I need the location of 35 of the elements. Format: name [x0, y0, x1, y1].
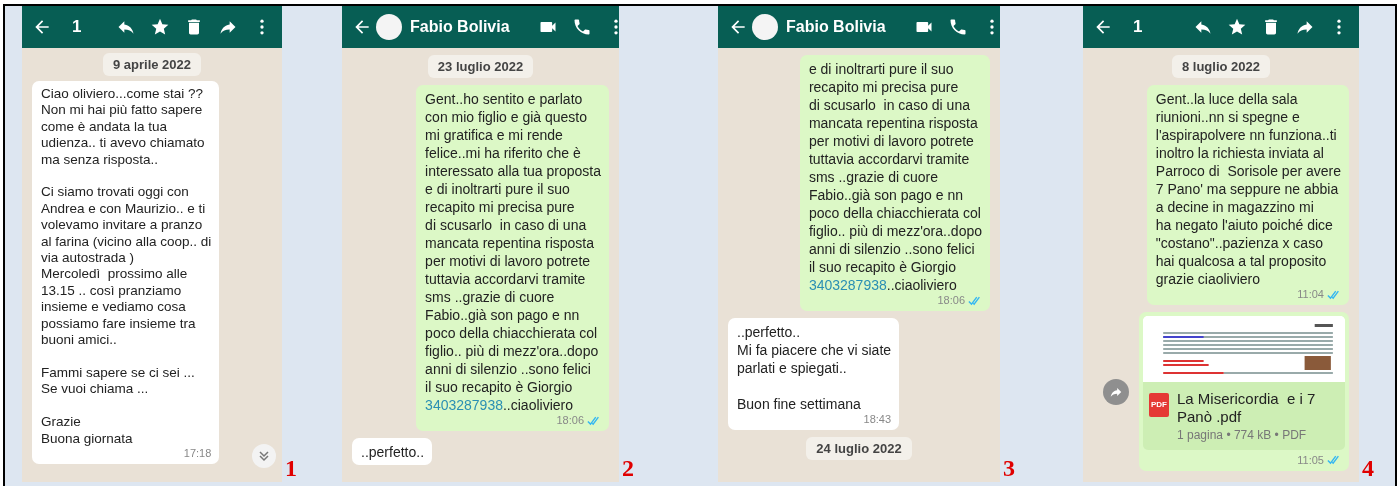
message-time: 18:43	[863, 413, 892, 426]
date-chip: 24 luglio 2022	[806, 437, 912, 460]
message-text: Gent..la luce della sala riunioni..nn si spegne e l'aspirapolvere nn funziona..ti inoltro la richiesta inviata al Parroco di Sorisole per avere 7 Pano' ma seppure ne abbia a decine in magazzino mi ha negato l'aiuto poiché dice "costano"..pazienza x caso hai qualcosa a tal proposito grazie ciaoliviero	[1155, 90, 1341, 288]
avatar[interactable]	[376, 14, 402, 40]
document-title: La Misericordia e i 7 Panò .pdf	[1177, 390, 1316, 426]
message-time: 11:04	[1297, 288, 1324, 301]
document-details: 1 pagina • 774 kB • PDF	[1177, 428, 1308, 442]
date-chip: 8 luglio 2022	[1171, 55, 1270, 78]
message-time: 18:06	[937, 294, 965, 307]
contact-name[interactable]: Fabio Bolivia	[786, 18, 886, 36]
message-time: 17:18	[183, 446, 212, 460]
forward-button[interactable]	[1103, 378, 1129, 405]
avatar[interactable]	[752, 14, 778, 40]
message-text: ..perfetto..	[361, 443, 425, 461]
star-icon[interactable]	[150, 17, 170, 37]
star-icon[interactable]	[1227, 17, 1247, 37]
pdf-icon: PDF	[1149, 393, 1169, 417]
scroll-down-button[interactable]	[252, 444, 276, 468]
screenshot-number: 2	[622, 456, 635, 480]
screenshot-number: 4	[1362, 456, 1375, 480]
date-chip: 23 luglio 2022	[427, 55, 534, 78]
date-chip: 9 aprile 2022	[102, 53, 202, 76]
message-text: e di inoltrarti pure il suo recapito mi precisa pure di scusarlo in caso di una mancata repentina risposta per motivi di lavoro potrete tuttavia accordarvi tramite sms ..grazie di cuore Fabio..già son pago e nn poco della chiacchierata col figlio.. più di mezz'ora..dopo anni di silenzio ..sono felici il suo recapito è Giorgio 3403287938..ciaoliviero	[808, 60, 982, 294]
message-text: ..perfetto.. Mi fa piacere che vi siate parlati e spiegati.. Buon fine settimana	[737, 323, 892, 413]
message-text: Ciao oliviero...come stai ?? Non mi hai più fatto sapere come è andata la tua udienza.. ti avevo chiamato ma senza risposta.. Ci siamo trovati oggi con Andrea e con Maurizio.. e ti volevamo invitare a pranzo al farina (vicino alla coop.. di via autostrada ) Mercoledì prossimo alle 13.15 .. così pranziamo insieme e vediamo cosa possiamo fare insieme tra buoni amici.. Fammi sapere se ci sei ... Se vuoi chiama ... Grazie Buona giornata	[41, 86, 212, 447]
screenshot-number: 3	[1003, 456, 1016, 480]
contact-name[interactable]: Fabio Bolivia	[410, 18, 510, 36]
message-time: 11:05	[1297, 454, 1324, 466]
selection-count: 1	[1133, 17, 1143, 37]
message-time: 18:06	[556, 414, 584, 427]
document-bubble[interactable]: PDF La Misericordia e i 7 Panò .pdf 1 pagina • 774 kB • PDF 11:05	[1139, 312, 1349, 471]
message-text: Gent..ho sentito e parlato con mio figlio e già questo mi gratifica e mi rende felice..mi ha riferito che è interessato alla tua proposta e di inoltrarti pure il suo recapito mi precisa pure di scusarlo in caso di una mancata repentina risposta per motivi di lavoro potrete tuttavia accordarvi tramite sms ..grazie di cuore Fabio..già son pago e nn poco della chiacchierata col figlio.. più di mezz'ora..dopo anni di silenzio ..sono felici il suo recapito è Giorgio 3403287938..ciaoliviero	[425, 90, 601, 414]
double-chevron-icon	[258, 450, 270, 462]
screenshot-number: 1	[285, 456, 298, 480]
selection-count: 1	[72, 17, 82, 37]
